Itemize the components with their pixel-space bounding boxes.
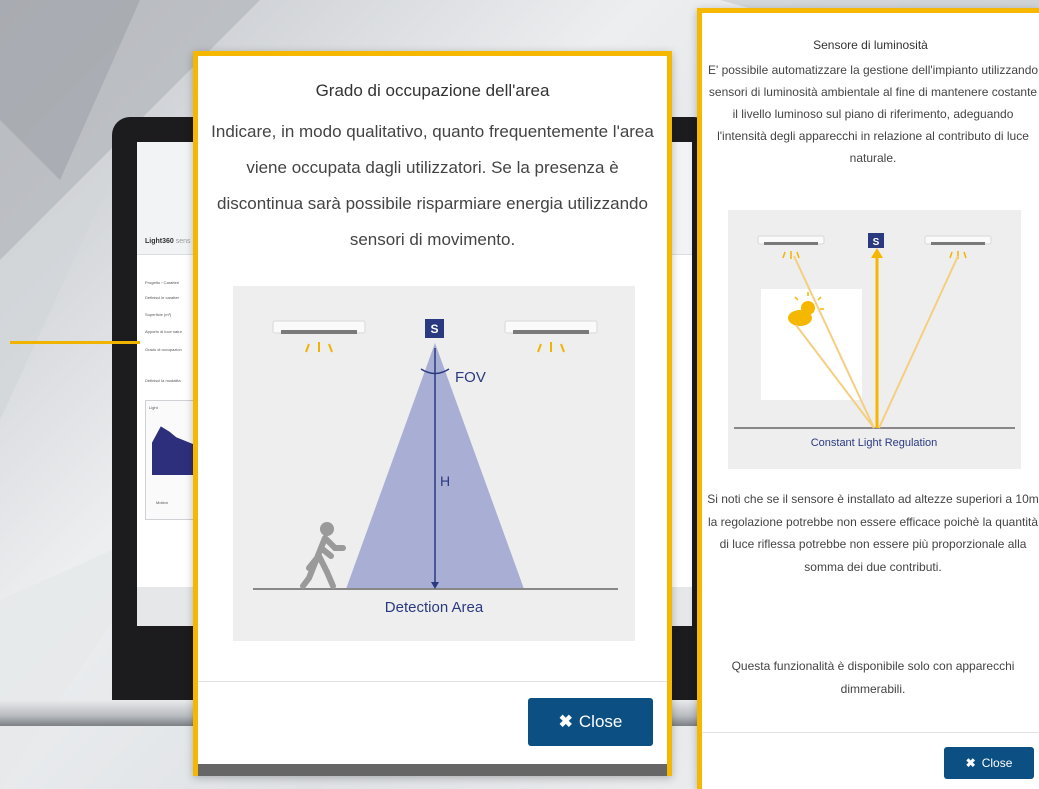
modal-title: Sensore di luminosità [813, 38, 928, 52]
close-button[interactable]: ✖ Close [528, 698, 653, 746]
close-button[interactable]: ✖ Close [944, 747, 1034, 779]
modal-availability: Questa funzionalità è disponibile solo c… [731, 659, 1015, 696]
lamp-icon [272, 320, 366, 353]
form-label: Definisci la modalità [145, 378, 181, 383]
fov-label: FOV [455, 369, 486, 386]
lamp-icon [924, 235, 992, 259]
form-label: Apporto di luce natur [145, 329, 182, 334]
modal-bottom-bar [198, 764, 667, 776]
modal-divider [198, 681, 667, 682]
person-icon [300, 522, 346, 589]
modal-title: Grado di occupazione dell'area [315, 81, 550, 100]
light-ray [878, 255, 959, 429]
sensor-letter: S [430, 322, 438, 336]
occupancy-modal: Grado di occupazione dell'area Indicare,… [193, 51, 672, 776]
lamp-icon [757, 235, 825, 259]
mini-chart: Light Motion [145, 400, 197, 520]
close-label: Close [981, 756, 1013, 770]
form-label: Superficie (m²) [145, 312, 172, 317]
chart-axis-label: Motion [156, 500, 169, 505]
light-regulation-diagram: S Constant Light Regulation [728, 210, 1021, 469]
sensor-letter: S [873, 237, 880, 248]
diagram-caption: Detection Area [385, 599, 484, 616]
lamp-icon [504, 320, 598, 353]
close-label: Close [578, 712, 623, 731]
chart-area [152, 426, 196, 475]
close-x-icon: ✖ [965, 756, 976, 770]
app-logo: Light360 sens [145, 238, 191, 245]
form-label: Grado di occupazion [145, 347, 182, 352]
modal-note: Si noti che se il sensore è installato a… [707, 492, 1039, 574]
light-sensor-modal: Sensore di luminosità E' possibile autom… [697, 8, 1039, 789]
close-x-icon: ✖ [558, 712, 573, 731]
form-label: Definisci le caratter [145, 295, 180, 300]
callout-connector [10, 341, 140, 344]
height-label: H [440, 473, 450, 489]
form-label: Progetto › Caratteri [145, 280, 180, 285]
diagram-caption: Constant Light Regulation [811, 437, 938, 449]
modal-description: Indicare, in modo qualitativo, quanto fr… [211, 122, 654, 249]
modal-description: E' possibile automatizzare la gestione d… [707, 63, 1039, 165]
modal-divider [702, 732, 1039, 733]
detection-area-diagram: S FOV H Detection Area [233, 286, 635, 641]
chart-label: Light [149, 405, 158, 410]
